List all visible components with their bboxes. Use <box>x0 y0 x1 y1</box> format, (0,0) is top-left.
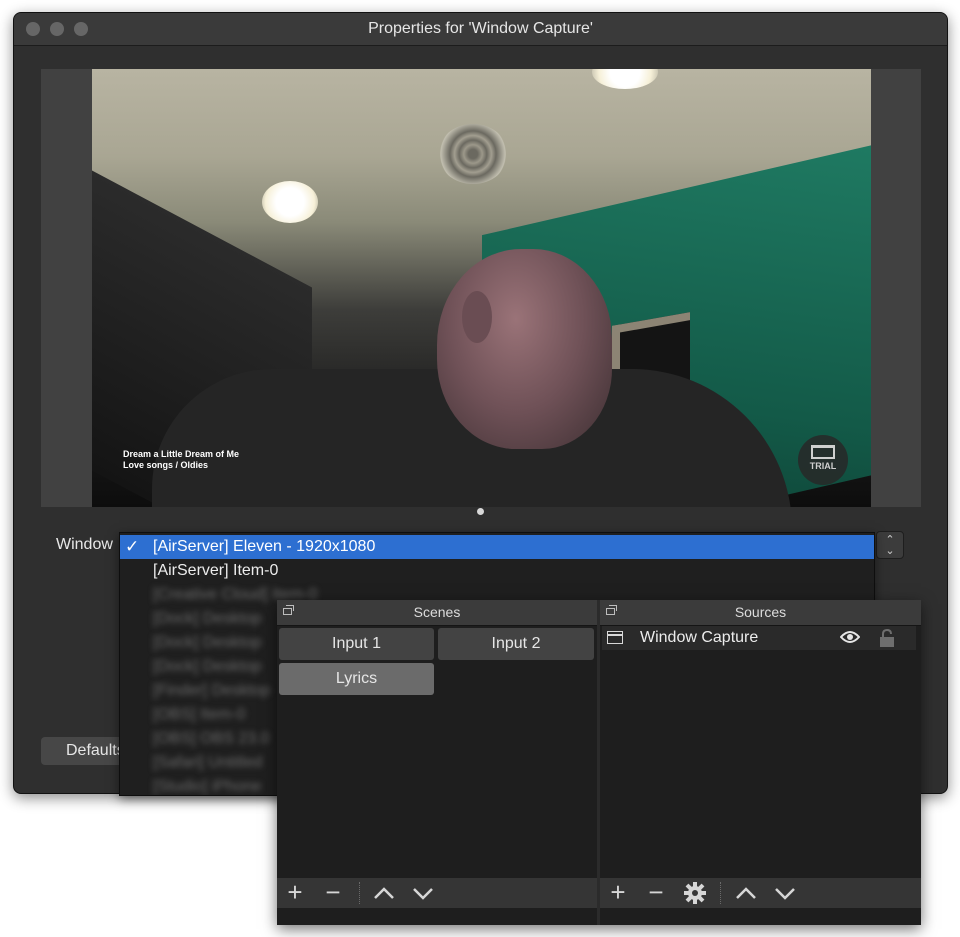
checkmark-icon: ✓ <box>125 537 140 556</box>
preview-ceiling-vent <box>438 124 508 184</box>
dropdown-item[interactable]: [AirServer] Item-0 <box>120 559 874 583</box>
remove-source-button[interactable]: − <box>644 879 668 905</box>
chevron-down-icon <box>413 888 433 900</box>
song-subtitle: Love songs / Oldies <box>123 460 209 470</box>
source-item[interactable]: Window Capture <box>602 626 916 650</box>
dropdown-item-label: [AirServer] Eleven - 1920x1080 <box>153 538 376 555</box>
remove-scene-button[interactable]: − <box>321 879 345 905</box>
undock-icon[interactable] <box>283 605 294 615</box>
song-title: Dream a Little Dream of Me <box>123 449 240 459</box>
toolbar-separator <box>720 882 721 904</box>
dropdown-item-label: [Studio] iPhone <box>153 778 262 795</box>
trial-badge: TRIAL <box>798 435 848 485</box>
sources-title: Sources <box>734 604 787 620</box>
gear-icon <box>684 882 706 904</box>
title-bar: Properties for 'Window Capture' <box>14 13 947 46</box>
window-capture-icon <box>607 631 623 644</box>
page-indicator-dot <box>477 508 484 515</box>
lock-icon[interactable] <box>878 629 896 647</box>
scene-item[interactable]: Input 1 <box>279 628 434 660</box>
move-source-up-button[interactable] <box>734 881 758 905</box>
window-field-label: Window <box>56 536 113 553</box>
undock-icon[interactable] <box>606 605 617 615</box>
song-info: Dream a Little Dream of Me Love songs / … <box>123 449 239 471</box>
window-select-stepper[interactable]: ⌃ ⌄ <box>876 531 904 559</box>
window-title: Properties for 'Window Capture' <box>368 20 593 37</box>
preview-ceiling-light <box>262 181 318 223</box>
dropdown-item-label: [AirServer] Item-0 <box>153 562 279 579</box>
chevron-down-icon: ⌄ <box>885 545 895 557</box>
scenes-header: Scenes <box>277 600 597 626</box>
dropdown-item-label: [Dock] Desktop <box>153 610 262 627</box>
chevron-down-icon <box>775 888 795 900</box>
dropdown-item-label: [Safari] Untitled <box>153 754 263 771</box>
dropdown-item[interactable]: ✓ [AirServer] Eleven - 1920x1080 <box>120 535 874 559</box>
preview-person-head <box>437 249 612 449</box>
source-properties-button[interactable] <box>683 881 707 905</box>
obs-dock-area: Scenes Input 1 Input 2 Lyrics + − Source… <box>277 600 921 925</box>
move-scene-up-button[interactable] <box>372 881 396 905</box>
eye-icon[interactable] <box>840 630 860 644</box>
preview-ceiling-light <box>592 69 658 89</box>
sources-header: Sources <box>600 600 921 626</box>
scene-item[interactable]: Input 2 <box>438 628 594 660</box>
capture-preview: Dream a Little Dream of Me Love songs / … <box>92 69 871 507</box>
sources-toolbar: + − <box>600 878 921 908</box>
airplay-icon <box>811 445 835 459</box>
dropdown-item-label: [Finder] Desktop <box>153 682 271 699</box>
sources-panel: Sources Window Capture + − <box>600 600 921 925</box>
preview-area: Dream a Little Dream of Me Love songs / … <box>41 69 921 507</box>
dropdown-item-label: [OBS] Item-0 <box>153 706 246 723</box>
chevron-up-icon <box>736 887 756 899</box>
dropdown-item-label: [OBS] OBS 23.0 <box>153 730 270 747</box>
move-scene-down-button[interactable] <box>411 881 435 905</box>
dropdown-item-label: [Dock] Desktop <box>153 634 262 651</box>
dropdown-item-label: [Dock] Desktop <box>153 658 262 675</box>
scenes-panel: Scenes Input 1 Input 2 Lyrics + − <box>277 600 597 925</box>
scene-item[interactable]: Lyrics <box>279 663 434 695</box>
scenes-title: Scenes <box>413 604 461 620</box>
preview-person-ear <box>462 291 492 343</box>
trial-label: TRIAL <box>809 461 837 471</box>
chevron-up-icon <box>374 887 394 899</box>
scenes-toolbar: + − <box>277 878 597 908</box>
add-scene-button[interactable]: + <box>283 879 307 905</box>
toolbar-separator <box>359 882 360 904</box>
source-name: Window Capture <box>640 629 759 646</box>
add-source-button[interactable]: + <box>606 879 630 905</box>
move-source-down-button[interactable] <box>773 881 797 905</box>
